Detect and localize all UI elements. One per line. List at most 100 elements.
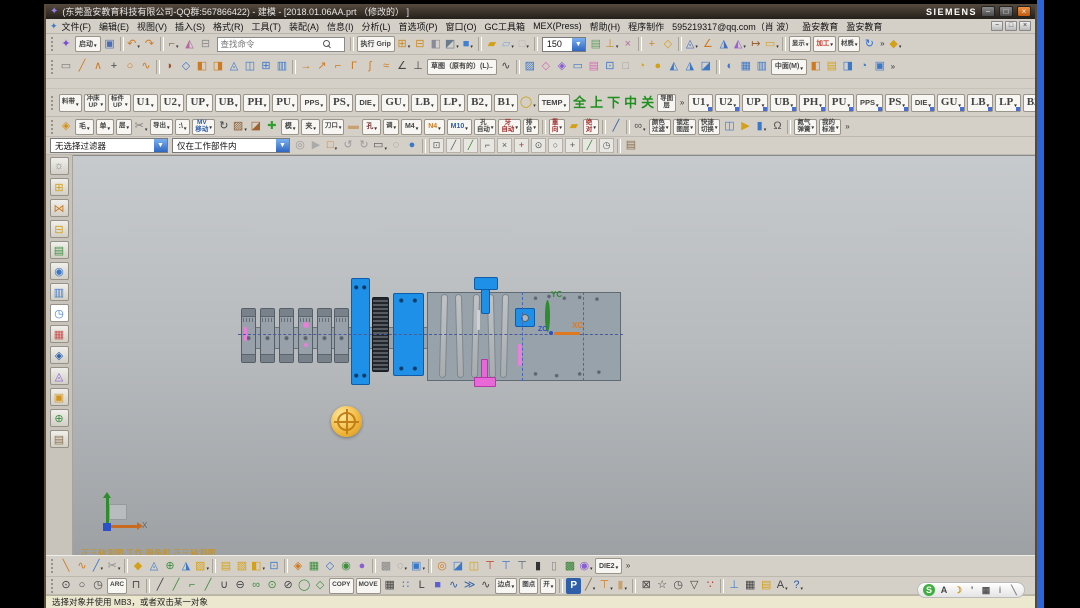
rotate-cw-icon[interactable]: ↻	[357, 138, 371, 154]
path-button[interactable]: :\ ▾	[174, 118, 191, 135]
punch-blue-icon[interactable]: ⊤	[499, 558, 513, 574]
work-ub-button[interactable]: UB ▾	[770, 93, 797, 112]
import-icon[interactable]: ◧	[429, 36, 443, 52]
pierce-punch-stem[interactable]	[481, 359, 488, 379]
reuse-library-icon[interactable]: ▤	[49, 241, 69, 259]
ruled-icon[interactable]: ▭	[571, 59, 585, 75]
spring-icon[interactable]: Ω	[770, 119, 784, 135]
show-all-button[interactable]: 全	[572, 95, 587, 111]
clamp-button[interactable]: 夹 ▾	[301, 118, 320, 135]
layer-die-button[interactable]: DIE ▾	[355, 93, 380, 112]
board-green-icon[interactable]: ▩	[563, 558, 577, 574]
four-point-surface-icon[interactable]: ◇	[539, 59, 553, 75]
shaded-ball-icon[interactable]: ●	[405, 138, 419, 154]
my-standard-button[interactable]: 我的 标准 ▾	[818, 118, 842, 135]
snap-endpoint-icon[interactable]: ╱	[446, 138, 461, 153]
absolute-button[interactable]: 绝 对 ▾	[582, 118, 599, 135]
start-button[interactable]: 启动 ▾	[75, 36, 101, 52]
display-button[interactable]: 显示 ▾	[788, 36, 812, 52]
analysis-face-icon[interactable]: ▤	[219, 558, 233, 574]
toolbar2-overflow[interactable]: »	[889, 59, 897, 75]
revolve-icon[interactable]: ◨	[211, 59, 225, 75]
list-icon[interactable]: ▤	[759, 578, 773, 594]
ring-icon[interactable]: ◯ ▾	[520, 95, 536, 111]
cutting-edge-button[interactable]: 刀口 ▾	[321, 118, 345, 135]
menu-item[interactable]: 视图(V)	[133, 20, 171, 33]
menu-item[interactable]: MEX(Press)	[529, 21, 586, 31]
menu-item[interactable]: 格式(R)	[209, 20, 248, 33]
pen-icon[interactable]: ╱	[609, 119, 623, 135]
menu-item[interactable]: 编辑(E)	[95, 20, 133, 33]
menu-item[interactable]: 窗口(O)	[442, 20, 481, 33]
sync-icon[interactable]: ↻	[862, 36, 876, 52]
polyline-icon[interactable]: ⌐	[185, 578, 199, 594]
mold-wizard-icon[interactable]: ◈	[59, 119, 73, 135]
selection-ball-cursor[interactable]	[331, 406, 362, 437]
sketch-original-button[interactable]: 草图（原有的）(L)..	[427, 58, 497, 75]
work-lb-button[interactable]: LB ▾	[966, 93, 994, 112]
ime-punct-icon[interactable]: ’	[967, 584, 977, 596]
reflect-analysis-icon[interactable]: ▧	[235, 558, 249, 574]
line-green-icon[interactable]: ╱	[169, 578, 183, 594]
point-tool-icon[interactable]: +	[107, 59, 121, 75]
mdi-close-button[interactable]: ×	[1019, 21, 1031, 31]
offset-face-icon[interactable]: ⊕	[163, 558, 177, 574]
window-grid-icon[interactable]: ⊞ ▾	[397, 36, 411, 52]
circle3-icon[interactable]: ◯	[297, 578, 311, 594]
work-pps-button[interactable]: PPS ▾	[855, 93, 883, 112]
layer-lp-button[interactable]: LP ▾	[439, 93, 466, 112]
part-library-icon[interactable]: ◆ ▾	[888, 36, 902, 52]
wave-icon[interactable]: ∿	[479, 578, 493, 594]
measure-angle-icon[interactable]: ∠	[701, 36, 715, 52]
replace-face-icon[interactable]: ◮	[179, 558, 193, 574]
sine-icon[interactable]: ∿	[447, 578, 461, 594]
bridge-surface-icon[interactable]: ◪	[699, 59, 713, 75]
material-button[interactable]: 材质 ▾	[837, 36, 861, 52]
vector-icon[interactable]: ×	[621, 36, 635, 52]
pin-purple-icon[interactable]: ◉ ▾	[579, 558, 593, 574]
screw-icon[interactable]: ╱ ▾	[583, 578, 597, 594]
measure-distance-icon[interactable]: ◬ ▾	[685, 36, 699, 52]
die-station-6[interactable]	[334, 308, 349, 363]
export-button[interactable]: 导出 ▾	[150, 118, 173, 135]
pan-icon[interactable]: ◉	[339, 558, 353, 574]
machining-button[interactable]: 加工 ▾	[813, 36, 836, 52]
wcs-xc-axis[interactable]	[554, 332, 580, 335]
snap-point-icon[interactable]: ⊡	[429, 138, 444, 153]
menu-item[interactable]: 盈安教育	[798, 20, 842, 33]
stretch-icon[interactable]: ◪	[249, 119, 263, 135]
swirl-icon[interactable]: ◎	[435, 558, 449, 574]
layer-up-button[interactable]: UP ▾	[186, 93, 213, 112]
selected-plate-left[interactable]	[351, 278, 370, 385]
layer-ph-button[interactable]: PH ▾	[243, 93, 271, 112]
trim-body-icon[interactable]: ▨ ▾	[233, 119, 247, 135]
datum-plane-icon[interactable]: ◇	[661, 36, 675, 52]
link-icon[interactable]: ∞	[249, 578, 263, 594]
grip-button[interactable]: 执行 Grip	[356, 36, 395, 52]
sew-icon[interactable]: ▤	[825, 59, 839, 75]
menu-item[interactable]: 595219317@qq.com（肖 波）	[668, 20, 798, 33]
graphics-viewport[interactable]: YC XC ZC X 正三轴测图 工作 摄像机 正三轴测图	[73, 155, 1035, 555]
snap-corner-icon[interactable]: ⌐	[480, 138, 495, 153]
refresh-icon[interactable]: ◈	[291, 558, 305, 574]
layer-b1-button[interactable]: B1 ▾	[493, 93, 518, 112]
die-station-5[interactable]	[317, 308, 332, 363]
menu-item[interactable]: 首选项(P)	[395, 20, 442, 33]
auto-thread-button[interactable]: 牙 自动 ▾	[498, 118, 521, 135]
snap-center-icon[interactable]: ⊙	[531, 138, 546, 153]
layer-lb-button[interactable]: LB ▾	[411, 93, 438, 112]
corner2-icon[interactable]: Γ	[347, 59, 361, 75]
point-tool2-icon[interactable]: ⊙	[59, 578, 73, 594]
blank-swatch-icon[interactable]: □ ▾	[517, 36, 531, 52]
edge-point-button[interactable]: 边点 ▾	[494, 577, 518, 594]
reorient-button[interactable]: 重 向 ▾	[548, 118, 565, 135]
toolbar1-overflow[interactable]: »	[878, 36, 886, 52]
menu-item[interactable]: 工具(T)	[248, 20, 286, 33]
work-die-button[interactable]: DIE ▾	[910, 93, 935, 112]
ruler-icon[interactable]: ▭ ▾	[765, 36, 779, 52]
snap-quadrant-icon[interactable]: ◷	[599, 138, 614, 153]
selection-scope-combo[interactable]: 仅在工作部件内 ▼	[172, 138, 290, 153]
rotate-ccw-icon[interactable]: ↺	[341, 138, 355, 154]
palettes-icon[interactable]: ▦	[49, 325, 69, 343]
strip-button[interactable]: 料带 ▾	[59, 93, 82, 112]
